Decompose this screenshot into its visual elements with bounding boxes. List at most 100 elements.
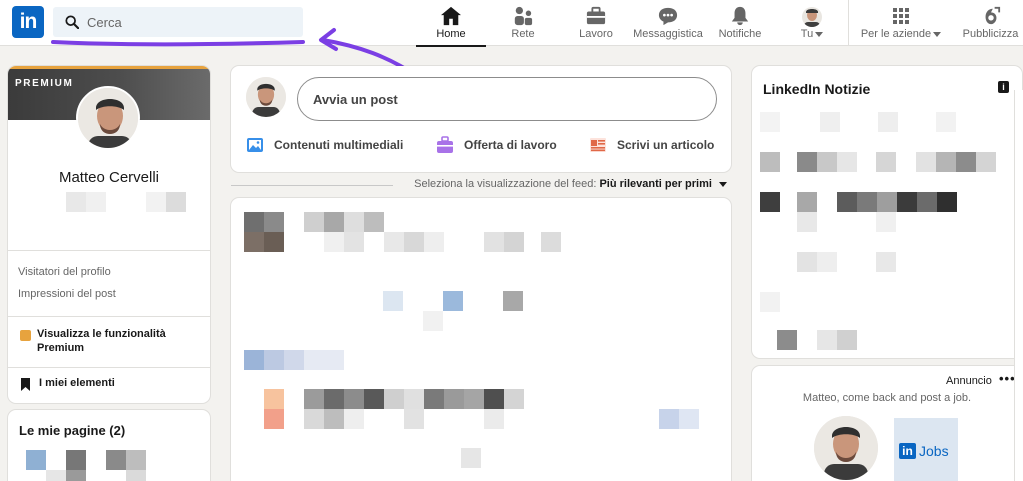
nav-messaging-label: Messaggistica	[633, 28, 703, 40]
divider	[8, 250, 210, 251]
article-icon	[590, 138, 606, 152]
blurred-news-item	[837, 330, 857, 350]
blurred-news-item	[878, 112, 898, 132]
blurred-content	[659, 409, 679, 429]
blurred-news-item	[937, 192, 957, 212]
blurred-content	[344, 212, 364, 232]
premium-badge: PREMIUM	[15, 78, 74, 89]
blurred-content	[484, 232, 504, 252]
start-post-button[interactable]: Avvia un post	[297, 77, 717, 121]
my-items-link[interactable]: I miei elementi	[20, 377, 115, 391]
blurred-news-item	[936, 112, 956, 132]
feed-sort-value: Più rilevanti per primi	[599, 178, 712, 190]
post-impressions-stat[interactable]: Impressioni del post	[18, 288, 116, 300]
nav-messaging[interactable]: Messaggistica	[630, 4, 706, 44]
write-article-button[interactable]: Scrivi un articolo	[589, 136, 729, 156]
nav-home[interactable]: Home	[416, 4, 486, 47]
blurred-content	[503, 291, 523, 311]
blurred-news-item	[820, 112, 840, 132]
chevron-down-icon	[933, 31, 942, 37]
blurred-news-item	[936, 152, 956, 172]
nav-for-business[interactable]: Per le aziende	[856, 4, 946, 44]
blurred-news-item	[857, 192, 877, 212]
blurred-content	[679, 409, 699, 429]
share-box: Avvia un post Contenuti multimediali Off…	[231, 66, 731, 172]
divider	[231, 185, 393, 186]
profile-photo	[246, 77, 286, 117]
nav-jobs-label: Lavoro	[579, 28, 613, 40]
blurred-news-item	[837, 192, 857, 212]
network-icon	[514, 6, 533, 26]
nav-jobs[interactable]: Lavoro	[566, 4, 626, 44]
blurred-page-logo	[106, 450, 126, 470]
chevron-down-icon	[815, 31, 824, 37]
offscreen-panel-edge	[1014, 90, 1023, 481]
blurred-news-item	[916, 152, 936, 172]
blurred-content	[244, 212, 264, 232]
blurred-content	[304, 409, 324, 429]
messaging-icon	[658, 7, 678, 26]
nav-advertise[interactable]: Pubblicizza	[958, 4, 1023, 44]
blurred-content	[244, 232, 264, 252]
premium-features-link[interactable]: Visualizza le funzionalità Premium	[20, 327, 200, 355]
blurred-content	[264, 232, 284, 252]
blurred-news-item	[797, 252, 817, 272]
nav-home-label: Home	[436, 28, 466, 40]
news-title: LinkedIn Notizie	[763, 81, 871, 97]
profile-card: PREMIUM Matteo Cervelli Visitatori del p…	[8, 66, 210, 403]
blurred-news-item	[817, 152, 837, 172]
blurred-content	[304, 389, 324, 409]
grid-icon	[893, 8, 909, 24]
blurred-content	[264, 389, 284, 409]
blurred-content	[484, 409, 504, 429]
nav-me[interactable]: Tu	[790, 4, 834, 44]
my-pages-card: Le mie pagine (2)	[8, 410, 210, 481]
linkedin-jobs-logo-in: in	[899, 443, 916, 459]
feed-sort-label[interactable]: Seleziona la visualizzazione del feed: P…	[414, 178, 727, 190]
blurred-content	[244, 350, 264, 370]
blurred-headline	[86, 192, 106, 212]
blurred-news-item	[817, 330, 837, 350]
blurred-content	[383, 291, 403, 311]
nav-network[interactable]: Rete	[492, 4, 554, 44]
blurred-content	[304, 212, 324, 232]
linkedin-jobs-logo[interactable]: in Jobs	[894, 418, 958, 481]
avatar[interactable]	[76, 86, 140, 150]
blurred-news-item	[817, 252, 837, 272]
profile-name[interactable]: Matteo Cervelli	[8, 169, 210, 186]
blurred-content	[264, 212, 284, 232]
search-bar[interactable]	[53, 7, 303, 37]
profile-visitors-stat[interactable]: Visitatori del profilo	[18, 266, 111, 278]
blurred-news-item	[760, 152, 780, 172]
info-icon[interactable]: i	[998, 81, 1009, 93]
avatar[interactable]	[246, 77, 286, 117]
blurred-content	[284, 350, 304, 370]
blurred-news-item	[777, 330, 797, 350]
blurred-content	[404, 232, 424, 252]
blurred-news-item	[876, 152, 896, 172]
linkedin-logo[interactable]: in	[12, 6, 44, 38]
blurred-content	[264, 350, 284, 370]
linkedin-jobs-logo-text: Jobs	[919, 443, 949, 459]
blurred-content	[344, 232, 364, 252]
media-button[interactable]: Contenuti multimediali	[246, 136, 416, 156]
job-offer-button[interactable]: Offerta di lavoro	[436, 136, 576, 156]
blurred-news-item	[797, 192, 817, 212]
blurred-content	[424, 232, 444, 252]
blurred-news-item	[917, 192, 937, 212]
avatar	[802, 7, 822, 27]
nav-notifications[interactable]: Notifiche	[712, 4, 768, 44]
feed-sort-control[interactable]: Seleziona la visualizzazione del feed: P…	[231, 178, 731, 192]
bell-icon	[731, 6, 749, 26]
blurred-content	[424, 389, 444, 409]
blurred-page-logo	[66, 450, 86, 470]
search-input[interactable]	[87, 7, 297, 37]
blurred-news-item	[877, 192, 897, 212]
blurred-news-item	[976, 152, 996, 172]
blurred-page-logo	[126, 470, 146, 481]
blurred-news-item	[760, 192, 780, 212]
blurred-news-item	[760, 292, 780, 312]
my-pages-title[interactable]: Le mie pagine (2)	[19, 423, 125, 438]
ad-icon	[985, 6, 1000, 25]
nav-divider	[848, 0, 849, 46]
